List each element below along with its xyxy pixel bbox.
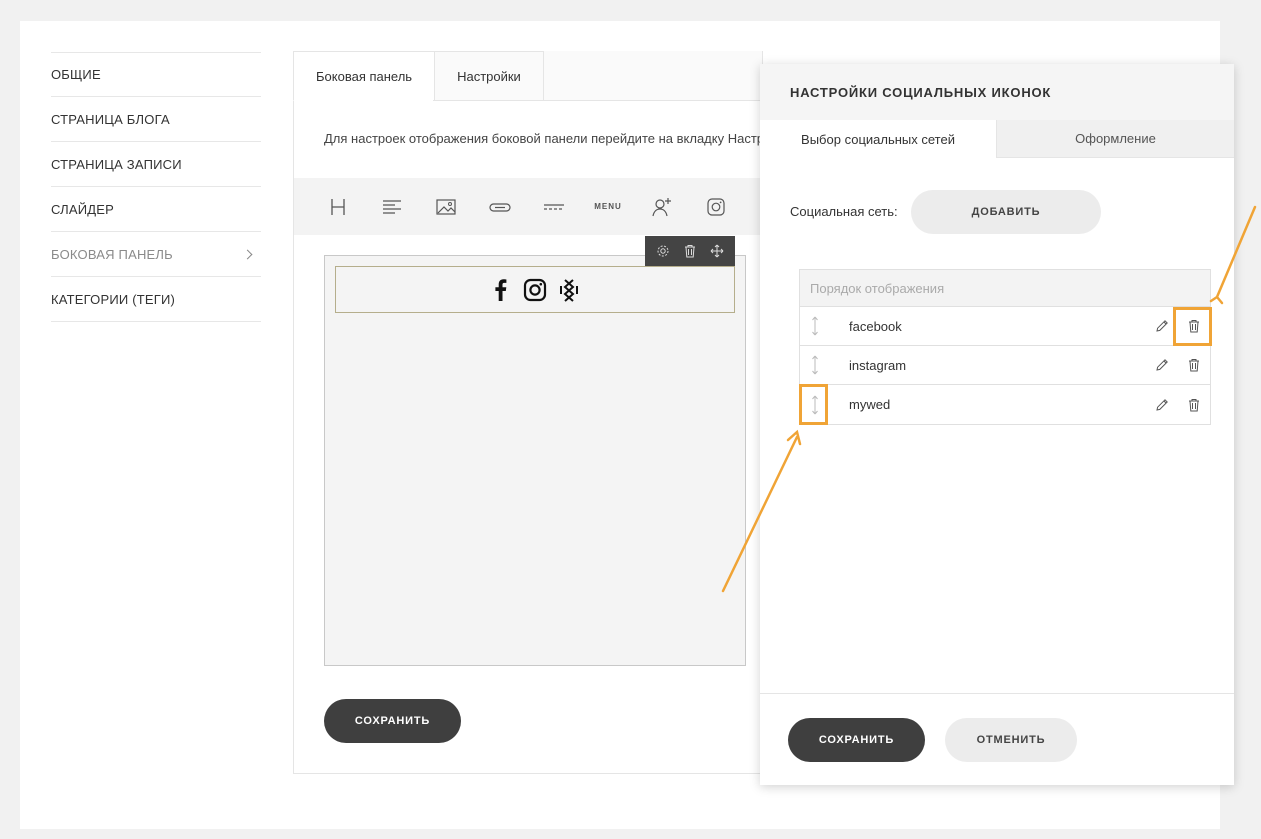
highlight-drag [799,384,828,425]
network-name: instagram [849,357,907,373]
tab-networks[interactable]: Выбор социальных сетей [760,120,997,158]
nav-item-label: СЛАЙДЕР [51,201,115,217]
instagram-icon [707,197,725,216]
network-name: facebook [849,318,902,334]
widget-actions-bar [645,236,735,266]
pencil-icon [1156,398,1168,411]
trash-icon [1189,398,1199,411]
modal-save-button[interactable]: СОХРАНИТЬ [788,718,925,762]
text-icon [383,199,401,214]
divider-tool[interactable] [527,178,581,235]
network-label: Социальная сеть: [790,204,898,219]
list-item: instagram [800,346,1210,385]
list-item: mywed [800,385,1210,424]
trash-icon [1189,359,1199,372]
menu-icon: MENU [594,202,622,211]
pencil-icon [1156,320,1168,332]
list-header: Порядок отображения [800,270,1210,307]
image-icon [436,198,456,215]
nav-item-categories[interactable]: КАТЕГОРИИ (ТЕГИ) [51,277,261,322]
editor-tabs: Боковая панель Настройки [293,51,544,101]
subscribe-tool[interactable] [635,178,689,235]
mywed-icon [560,278,578,302]
heading-icon [331,198,345,215]
nav-item-label: СТРАНИЦА ЗАПИСИ [51,156,182,172]
nav-item-label: ОБЩИЕ [51,67,101,82]
list-item: facebook [800,307,1210,346]
drag-icon [812,316,818,336]
edit-button[interactable] [1146,398,1178,412]
nav-item-sidebar[interactable]: БОКОВАЯ ПАНЕЛЬ [51,232,261,277]
network-name: mywed [849,397,891,412]
nav-item-post-page[interactable]: СТРАНИЦА ЗАПИСИ [51,142,261,187]
drag-handle[interactable] [800,355,830,375]
heading-tool[interactable] [311,178,365,235]
instagram-icon [523,278,547,301]
edit-button[interactable] [1146,358,1178,372]
gear-icon[interactable] [656,244,670,258]
tab-sidebar[interactable]: Боковая панель [293,51,436,101]
nav-item-label: СТРАНИЦА БЛОГА [51,111,170,127]
modal-tabs: Выбор социальных сетей Оформление [760,120,1234,158]
nav-item-slider[interactable]: СЛАЙДЕР [51,187,261,232]
user-plus-icon [652,197,671,216]
settings-nav: ОБЩИЕ СТРАНИЦА БЛОГА СТРАНИЦА ЗАПИСИ СЛА… [51,52,261,322]
delete-button[interactable] [1178,358,1210,372]
modal-cancel-button[interactable]: ОТМЕНИТЬ [945,718,1077,762]
nav-item-blog-page[interactable]: СТРАНИЦА БЛОГА [51,97,261,142]
social-icons-widget[interactable] [335,266,735,313]
pencil-icon [1156,359,1168,371]
modal-footer-divider [760,693,1234,694]
editor-hint: Для настроек отображения боковой панели … [324,131,760,146]
move-icon[interactable] [710,244,724,258]
tab-appearance[interactable]: Оформление [997,120,1234,158]
menu-tool[interactable]: MENU [581,178,635,235]
nav-item-label: КАТЕГОРИИ (ТЕГИ) [51,291,176,307]
chevron-right-icon [242,249,253,259]
modal-title: НАСТРОЙКИ СОЦИАЛЬНЫХ ИКОНОК [760,64,1234,120]
delete-button[interactable] [1178,398,1210,412]
trash-icon[interactable] [683,244,697,258]
facebook-icon [495,278,507,301]
button-icon [489,202,511,212]
networks-list: Порядок отображения facebook instagram m… [799,269,1211,425]
tabs-divider [433,100,763,101]
text-tool[interactable] [365,178,419,235]
sidebar-canvas[interactable] [324,255,746,666]
drag-handle[interactable] [800,316,830,336]
divider-icon [544,203,564,210]
add-network-button[interactable]: ДОБАВИТЬ [911,190,1101,234]
drag-icon [812,355,818,375]
social-icons-modal: НАСТРОЙКИ СОЦИАЛЬНЫХ ИКОНОК Выбор социал… [760,64,1234,785]
instagram-tool[interactable] [689,178,743,235]
image-tool[interactable] [419,178,473,235]
nav-item-label: БОКОВАЯ ПАНЕЛЬ [51,246,173,262]
widget-toolbar: MENU [294,178,762,235]
nav-item-general[interactable]: ОБЩИЕ [51,52,261,97]
tab-settings[interactable]: Настройки [435,51,544,101]
highlight-delete [1173,307,1212,346]
editor-save-button[interactable]: СОХРАНИТЬ [324,699,461,743]
button-tool[interactable] [473,178,527,235]
